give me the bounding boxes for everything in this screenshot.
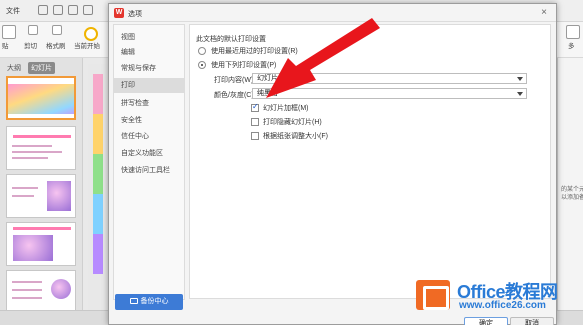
nav-item-edit[interactable]: 编辑 — [114, 45, 184, 60]
color-mode-value: 纯黑白 — [257, 90, 278, 97]
office-logo-icon — [416, 280, 450, 310]
checkbox-scale-to-paper[interactable]: 根据纸张调整大小(F) — [251, 131, 328, 141]
section-title: 此文档的默认打印设置 — [196, 36, 266, 43]
radio-following-settings[interactable]: 使用下列打印设置(P) — [198, 60, 276, 70]
checkbox-frame-slides[interactable]: 幻灯片加框(M) — [251, 102, 309, 113]
slide-text-line — [12, 157, 48, 159]
tab-slides[interactable]: 幻灯片 — [28, 62, 55, 74]
nav-item-view[interactable]: 视图 — [114, 30, 184, 45]
ribbon-right-icon[interactable] — [566, 25, 580, 39]
nav-item-spell-check[interactable]: 拼写检查 — [114, 96, 184, 111]
nav-item-print[interactable]: 打印 — [114, 78, 184, 93]
slide-image — [13, 235, 53, 261]
backup-center-button[interactable]: 备份中心 — [115, 294, 183, 310]
backup-icon — [129, 298, 138, 304]
slide-decoration — [93, 234, 103, 274]
tab-outline[interactable]: 大纲 — [4, 62, 24, 74]
format-painter-icon[interactable] — [52, 25, 62, 35]
slide-thumbnail[interactable] — [6, 222, 76, 266]
redo-icon[interactable] — [83, 5, 93, 15]
slide-thumbnail-pane: 大纲 幻灯片 — [0, 58, 83, 325]
print-icon[interactable] — [53, 5, 63, 15]
slide-text-line — [12, 187, 38, 189]
slide-decoration — [93, 154, 103, 194]
checkbox[interactable] — [251, 102, 259, 112]
file-menu[interactable]: 文件 — [6, 6, 20, 16]
slide-text-line — [12, 195, 34, 197]
slide-text-line — [12, 145, 52, 147]
nav-item-general-save[interactable]: 常规与保存 — [114, 61, 184, 76]
chevron-down-icon — [517, 92, 523, 96]
slide-thumbnail[interactable] — [6, 270, 76, 314]
slide-heading-bar — [13, 135, 71, 138]
nav-item-quick-access-toolbar[interactable]: 快速访问工具栏 — [114, 163, 184, 178]
slide-text-line — [12, 151, 62, 153]
chevron-down-icon — [517, 77, 523, 81]
paste-button[interactable]: 贴 — [2, 40, 9, 50]
nav-item-security[interactable]: 安全性 — [114, 113, 184, 128]
radio-label: 使用下列打印设置(P) — [211, 62, 277, 69]
dialog-title-bar: W 选项 × — [109, 4, 556, 22]
checkbox-label: 打印隐藏幻灯片(H) — [263, 119, 322, 126]
slide-thumbnail[interactable] — [6, 126, 76, 170]
slide-thumbnail[interactable] — [6, 76, 76, 120]
nav-item-customize-ribbon[interactable]: 自定义功能区 — [114, 146, 184, 161]
save-icon[interactable] — [38, 5, 48, 15]
checkbox[interactable] — [251, 118, 259, 126]
slide-image — [8, 84, 74, 114]
paste-icon[interactable] — [2, 25, 16, 39]
slide-heading-bar — [13, 227, 71, 230]
print-content-value: 幻灯片 — [257, 75, 278, 82]
slide-decoration — [93, 74, 103, 114]
radio-button[interactable] — [198, 61, 206, 69]
wps-logo-icon: W — [114, 8, 124, 18]
color-mode-select[interactable]: 纯黑白 — [252, 88, 527, 99]
close-icon[interactable]: × — [538, 7, 550, 19]
checkbox-label: 幻灯片加框(M) — [263, 105, 309, 112]
pane-tabs: 大纲 幻灯片 — [4, 62, 55, 74]
slide-decoration — [93, 194, 103, 234]
quick-access-toolbar — [38, 5, 93, 15]
slide-text-line — [12, 289, 42, 291]
checkbox[interactable] — [251, 132, 259, 140]
play-from-current-icon[interactable] — [84, 27, 98, 41]
cut-button[interactable]: 剪切 — [24, 40, 37, 50]
checkbox-label: 根据纸张调整大小(F) — [263, 133, 328, 140]
radio-button[interactable] — [198, 47, 206, 55]
notes-text: 的某个元 以添加备 — [561, 187, 583, 201]
slide-decoration — [93, 114, 103, 154]
undo-icon[interactable] — [68, 5, 78, 15]
nav-item-trust-center[interactable]: 信任中心 — [114, 129, 184, 144]
backup-center-label: 备份中心 — [140, 298, 169, 305]
dialog-title: 选项 — [128, 11, 142, 18]
slide-text-line — [12, 281, 42, 283]
color-mode-label: 颜色/灰度(C): — [214, 92, 256, 99]
print-content-label: 打印内容(W): — [214, 77, 256, 84]
radio-label: 使用最近用过的打印设置(R) — [211, 48, 298, 55]
options-nav: 视图 编辑 常规与保存 打印 拼写检查 安全性 信任中心 自定义功能区 快速访问… — [113, 24, 185, 300]
slide-text-line — [12, 297, 42, 299]
play-from-current-button[interactable]: 当前开始 — [74, 40, 100, 50]
ribbon-right-label[interactable]: 多 — [568, 40, 575, 50]
print-content-select[interactable]: 幻灯片 — [252, 73, 527, 84]
slide-image — [51, 279, 71, 299]
radio-recent-settings[interactable]: 使用最近用过的打印设置(R) — [198, 46, 298, 56]
format-painter-button[interactable]: 格式刷 — [46, 40, 66, 50]
print-settings-panel: 此文档的默认打印设置 使用最近用过的打印设置(R) 使用下列打印设置(P) 打印… — [189, 24, 551, 299]
slide-image — [47, 181, 71, 211]
watermark: Office教程网 www.office26.com — [413, 275, 583, 325]
checkbox-print-hidden-slides[interactable]: 打印隐藏幻灯片(H) — [251, 117, 322, 127]
watermark-url: www.office26.com — [459, 300, 546, 311]
slide-thumbnail[interactable] — [6, 174, 76, 218]
cut-icon[interactable] — [28, 25, 38, 35]
